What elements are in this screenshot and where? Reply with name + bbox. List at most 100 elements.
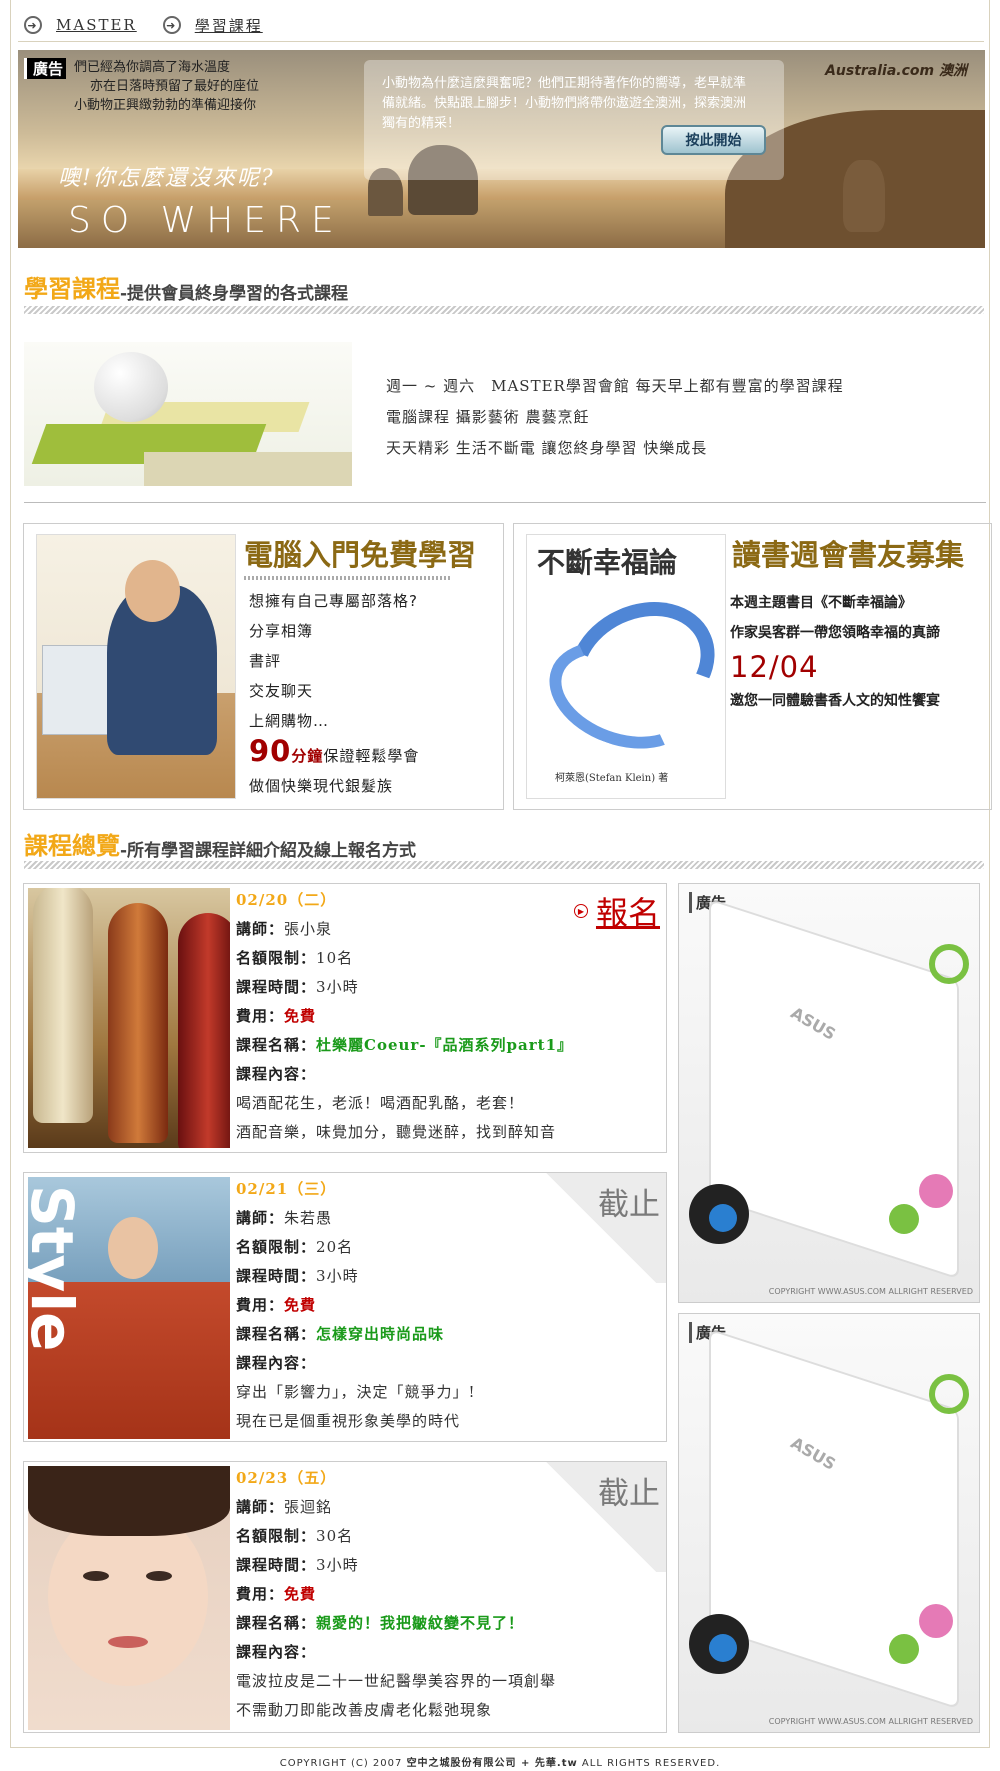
- course-hours: 課程時間：3小時: [236, 978, 359, 996]
- intro-line: 電腦課程 攝影藝術 農藝烹飪: [386, 408, 590, 426]
- banner-lines: 們已經為你調高了海水溫度 亦在日落時預留了最好的座位 小動物正興緻勃勃的準備迎接…: [74, 58, 259, 115]
- course-teacher: 講師：張小泉: [236, 920, 333, 938]
- asus-ad[interactable]: 廣告 ASUS COPYRIGHT WWW.ASUS.COM ALLRIGHT …: [678, 1313, 980, 1733]
- minutes-unit: 分鐘: [291, 747, 324, 765]
- course-name: 課程名稱：杜樂麗Coeur-『品酒系列part1』: [236, 1036, 574, 1054]
- section-subtitle: -所有學習課程詳細介紹及線上報名方式: [120, 841, 417, 861]
- ad-copyright: COPYRIGHT WWW.ASUS.COM ALLRIGHT RESERVED: [768, 1717, 973, 1726]
- signup-link[interactable]: ▶ 報名: [573, 888, 660, 934]
- content-line: 不需動刀即能改善皮膚老化鬆弛現象: [236, 1701, 493, 1719]
- wine-bottles-image: [28, 888, 230, 1148]
- banner-slogan: SO WHERE: [68, 200, 344, 241]
- course-quota: 名額限制：10名: [236, 949, 354, 967]
- splash-shape: [709, 1204, 737, 1232]
- person-head: [125, 560, 180, 622]
- content-line: 穿出「影響力」，決定「競爭力」!: [236, 1383, 476, 1401]
- teacher-value: 張迴銘: [284, 1498, 333, 1516]
- minutes-value: 90: [249, 734, 292, 768]
- book-shape: [144, 452, 352, 486]
- book-line: 本週主題書目《不斷幸福論》: [730, 595, 912, 611]
- intro-text: 週一 ~ 週六 MASTER學習會館 每天早上都有豐富的學習課程 電腦課程 攝影…: [386, 371, 844, 464]
- fee-label: 費用: [236, 1007, 269, 1025]
- intro-image: [24, 342, 352, 486]
- promo-item: 交友聊天: [249, 682, 314, 700]
- teacher-label: 講師: [236, 920, 269, 938]
- arrow-right-icon: ➜: [24, 16, 42, 34]
- bottle-shape: [108, 903, 168, 1143]
- promo-computer-class[interactable]: 電腦入門免費學習 想擁有自己專屬部落格? 分享相簿 書評 交友聊天 上網購物… …: [23, 523, 504, 810]
- course-card: Style 截止 02/21（三） 講師：朱若愚 名額限制：20名 課程時間：3…: [23, 1172, 667, 1442]
- australia-banner-ad[interactable]: 廣告 們已經為你調高了海水溫度 亦在日落時預留了最好的座位 小動物正興緻勃勃的準…: [18, 50, 985, 248]
- fee-value: 免費: [284, 1585, 317, 1603]
- course-card: 截止 02/23（五） 講師：張迴銘 名額限制：30名 課程時間：3小時 費用：…: [23, 1461, 667, 1733]
- asus-ad[interactable]: 廣告 ASUS COPYRIGHT WWW.ASUS.COM ALLRIGHT …: [678, 883, 980, 1303]
- eye-shape: [146, 1571, 172, 1581]
- bottle-shape: [178, 913, 230, 1148]
- splash-shape: [889, 1204, 919, 1234]
- splash-shape: [929, 1374, 969, 1414]
- play-icon: ▶: [573, 904, 588, 918]
- hair-shape: [28, 1466, 230, 1536]
- senior-at-computer-image: [36, 534, 236, 799]
- content-label: 課程內容: [236, 1643, 301, 1661]
- content-label: 課程內容: [236, 1354, 301, 1372]
- book-cover-title: 不斷幸福論: [537, 546, 678, 579]
- breadcrumb-current: 學習課程: [194, 16, 263, 35]
- footer-suffix: ALL RIGHTS RESERVED.: [581, 1758, 721, 1769]
- kangaroo-image: [843, 160, 885, 232]
- course-date: 02/21（三）: [236, 1180, 337, 1198]
- hours-value: 3小時: [316, 1556, 359, 1574]
- teacher-label: 講師: [236, 1209, 269, 1227]
- fashion-magazine-image: Style: [28, 1177, 230, 1439]
- course-hours: 課程時間：3小時: [236, 1556, 359, 1574]
- course-quota: 名額限制：20名: [236, 1238, 354, 1256]
- eye-shape: [83, 1571, 109, 1581]
- course-info: 02/20（二） 講師：張小泉 名額限制：10名 課程時間：3小時 費用：免費 …: [236, 886, 573, 1147]
- style-text: Style: [28, 1185, 86, 1352]
- fee-label: 費用: [236, 1296, 269, 1314]
- name-value: 怎樣穿出時尚品味: [316, 1325, 445, 1343]
- course-name: 課程名稱：親愛的！我把皺紋變不見了！: [236, 1614, 525, 1632]
- content-label: 課程內容: [236, 1065, 301, 1083]
- banner-line: 亦在日落時預留了最好的座位: [90, 79, 260, 94]
- fee-label: 費用: [236, 1585, 269, 1603]
- banner-line: 們已經為你調高了海水溫度: [74, 60, 231, 75]
- course-date: 02/20（二）: [236, 891, 337, 909]
- section-divider: [24, 306, 984, 314]
- course-info: 02/23（五） 講師：張迴銘 名額限制：30名 課程時間：3小時 費用：免費 …: [236, 1464, 556, 1725]
- ad-copyright: COPYRIGHT WWW.ASUS.COM ALLRIGHT RESERVED: [768, 1287, 973, 1296]
- book-club-date: 12/04: [730, 650, 819, 684]
- course-fee: 費用：免費: [236, 1007, 317, 1025]
- name-value: 杜樂麗Coeur-『品酒系列part1』: [316, 1036, 574, 1054]
- breadcrumb: ➜ MASTER ➜ 學習課程: [24, 14, 263, 36]
- banner-start-button[interactable]: 按此開始: [661, 125, 766, 155]
- promo-item: 想擁有自己專屬部落格?: [249, 592, 418, 610]
- model-face: [108, 1217, 158, 1279]
- splash-shape: [709, 1634, 737, 1662]
- book-cover-image: 不斷幸福論 柯萊恩(Stefan Klein) 著: [526, 534, 726, 799]
- promo-title: 電腦入門免費學習: [244, 538, 477, 572]
- splash-shape: [929, 944, 969, 984]
- course-content: 課程內容：: [236, 1065, 317, 1083]
- intro-line: 天天精彩 生活不斷電 讓您終身學習 快樂成長: [386, 439, 708, 457]
- promo-divider: [244, 576, 452, 580]
- content-line: 喝酒配花生，老派！喝酒配乳酪，老套！: [236, 1094, 525, 1112]
- footer: COPYRIGHT (C) 2007 空中之城股份有限公司 + 先華.tw AL…: [0, 1754, 1000, 1769]
- banner-handwriting: 噢!你怎麼還沒來呢?: [58, 166, 275, 191]
- quota-label: 名額限制: [236, 1238, 301, 1256]
- teacher-label: 講師: [236, 1498, 269, 1516]
- hours-label: 課程時間: [236, 1556, 301, 1574]
- arrow-right-icon: ➜: [162, 16, 181, 34]
- teacher-value: 朱若愚: [284, 1209, 333, 1227]
- breadcrumb-home-link[interactable]: MASTER: [56, 16, 137, 34]
- course-fee: 費用：免費: [236, 1585, 317, 1603]
- promo-book-club[interactable]: 不斷幸福論 柯萊恩(Stefan Klein) 著 讀書週會書友募集 本週主題書…: [513, 523, 992, 810]
- hours-value: 3小時: [316, 978, 359, 996]
- fee-value: 免費: [284, 1007, 317, 1025]
- splash-shape: [889, 1634, 919, 1664]
- course-quota: 名額限制：30名: [236, 1527, 354, 1545]
- banner-ad-tag: 廣告: [24, 58, 67, 79]
- intro-line: 週一 ~ 週六 MASTER學習會館 每天早上都有豐富的學習課程: [386, 377, 844, 395]
- promo-item: 書評: [249, 652, 282, 670]
- section-divider: [24, 861, 984, 869]
